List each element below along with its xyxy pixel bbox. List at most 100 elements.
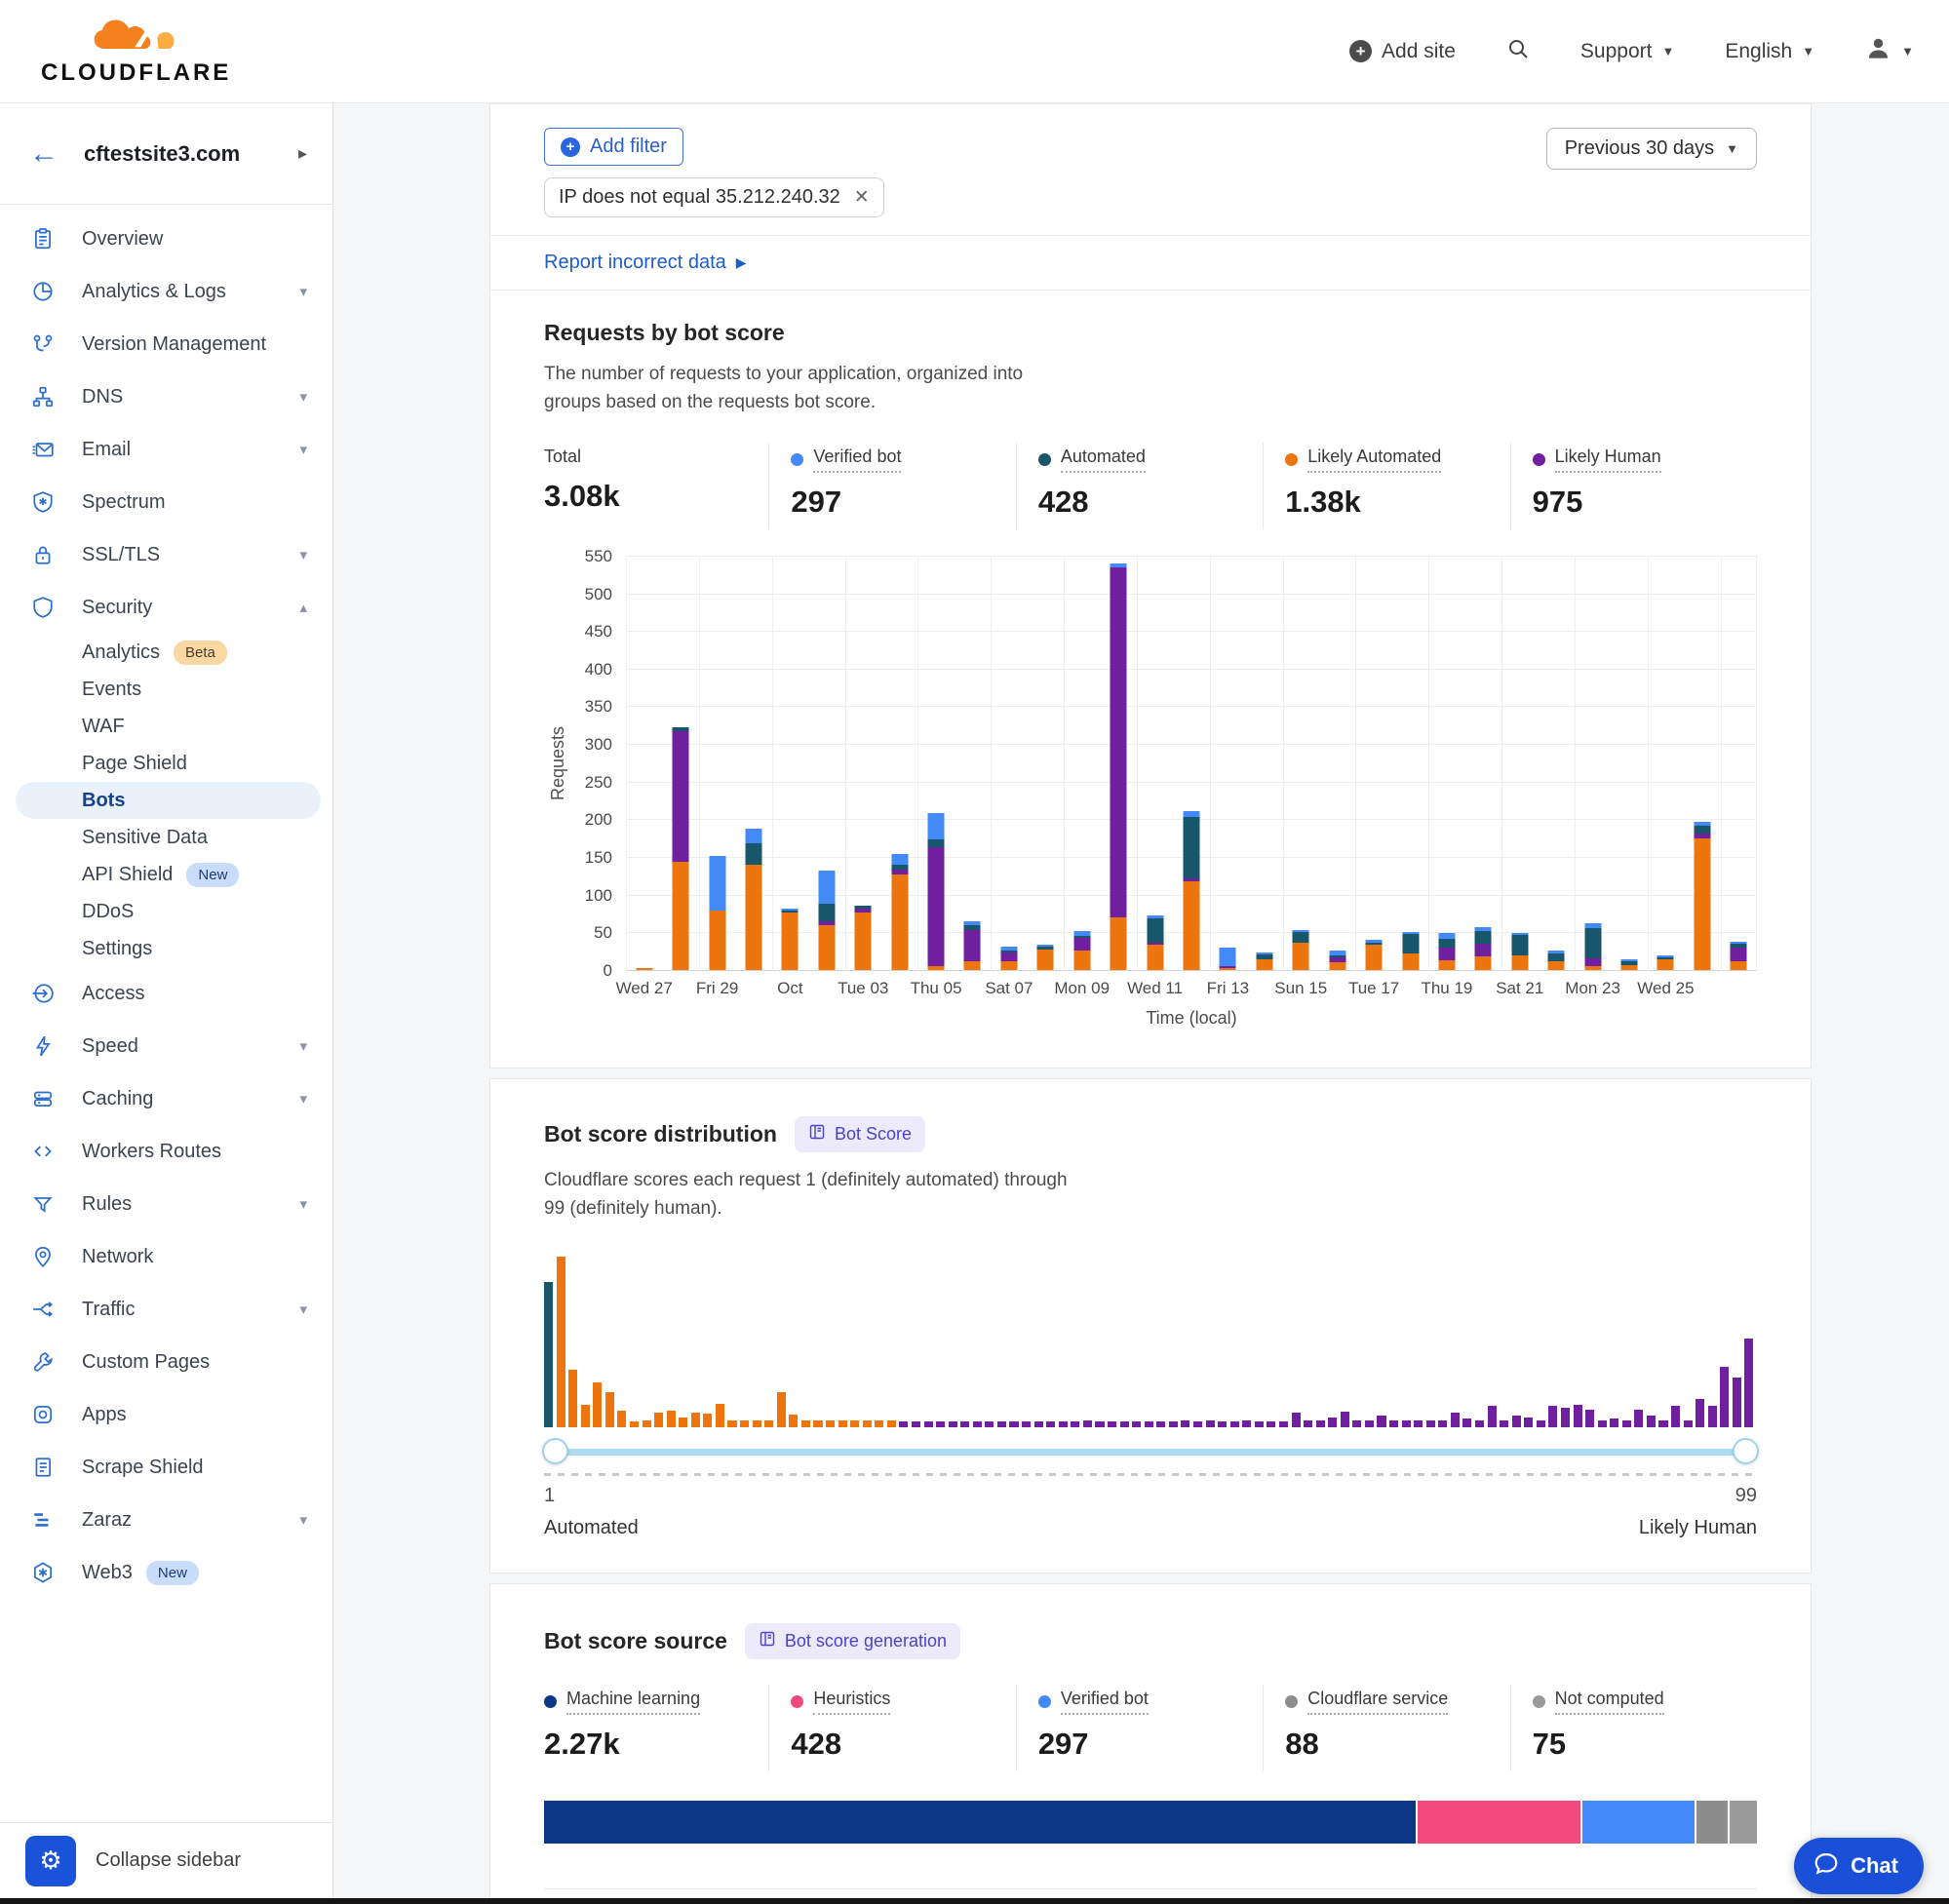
sidebar-item-ddos[interactable]: DDoS [0,893,332,930]
histogram-bar [924,1421,933,1427]
bar-segment-verified-bot [1220,948,1236,966]
y-tick-label: 500 [585,585,612,604]
bar-segment-likely-automated [782,913,799,970]
bot-score-generation-badge[interactable]: Bot score generation [745,1623,960,1659]
sidebar-item-sensitive-data[interactable]: Sensitive Data [0,819,332,856]
histogram-bar [1574,1405,1582,1427]
bar-segment-automated [1184,817,1200,878]
chevron-right-icon[interactable]: ▸ [298,143,307,164]
sidebar-item-ssl-tls[interactable]: SSL/TLS▾ [0,528,332,581]
sidebar-item-traffic[interactable]: Traffic▾ [0,1283,332,1336]
slider-handle-min[interactable] [542,1438,568,1464]
source-segment-heuristics [1416,1801,1580,1844]
source-stats-row: Machine learning2.27kHeuristics428Verifi… [544,1685,1757,1771]
bar-segment-likely-human [1073,938,1090,951]
screen-bottom-edge [0,1898,1949,1904]
y-tick-label: 200 [585,810,612,830]
support-menu[interactable]: Support ▼ [1580,40,1674,63]
sidebar-item-spectrum[interactable]: Spectrum [0,476,332,528]
bar-segment-likely-automated [1037,950,1054,970]
sidebar-item-analytics[interactable]: AnalyticsBeta [0,634,332,671]
account-menu[interactable]: ▼ [1865,35,1914,67]
stat-label[interactable]: Automated [1038,447,1146,473]
bar-segment-verified-bot [745,829,761,843]
section-title: Requests by bot score [544,320,1757,346]
histogram-bar [1132,1421,1141,1427]
stat-label[interactable]: Verified bot [791,447,901,473]
sidebar-item-web3[interactable]: Web3New [0,1546,332,1599]
collapse-sidebar-button[interactable]: Collapse sidebar [96,1849,241,1872]
language-menu[interactable]: English ▼ [1725,40,1814,63]
gridline [1355,557,1356,971]
x-tick-label: Tue 17 [1348,979,1399,998]
histogram-bar [777,1392,786,1427]
histogram-bar [630,1421,639,1427]
chat-button[interactable]: Chat [1794,1838,1924,1894]
bar-segment-automated [745,843,761,865]
sidebar-item-zaraz[interactable]: Zaraz▾ [0,1494,332,1546]
filter-chip[interactable]: IP does not equal 35.212.240.32 ✕ [544,177,884,217]
sidebar-item-bots[interactable]: Bots [16,782,321,819]
sidebar-item-apps[interactable]: Apps [0,1388,332,1441]
search-button[interactable] [1506,37,1530,66]
stat-label[interactable]: Cloudflare service [1285,1689,1448,1715]
x-tick-label: Sun 15 [1274,979,1327,998]
stat-label[interactable]: Verified bot [1038,1689,1149,1715]
histogram-bar [1658,1420,1667,1427]
sidebar-item-analytics-logs[interactable]: Analytics & Logs▾ [0,265,332,318]
time-range-dropdown[interactable]: Previous 30 days ▼ [1546,128,1757,170]
sidebar-item-waf[interactable]: WAF [0,708,332,745]
histogram-bar [1720,1367,1729,1427]
sidebar-item-page-shield[interactable]: Page Shield [0,745,332,782]
requests-chart: Requests 0501001502002503003504004505005… [544,557,1757,1029]
stat-label[interactable]: Not computed [1533,1689,1664,1715]
sidebar-item-settings[interactable]: Settings [0,930,332,967]
stat-verified-bot: Verified bot297 [1016,1685,1263,1771]
bar-segment-likely-automated [1694,838,1710,970]
stat-label[interactable]: Likely Automated [1285,447,1441,473]
sidebar-item-version-management[interactable]: Version Management [0,318,332,370]
bar-segment-likely-automated [1293,943,1309,970]
sidebar-item-dns[interactable]: DNS▾ [0,370,332,423]
site-header[interactable]: ← cftestsite3.com ▸ [0,103,332,205]
stat-label[interactable]: Machine learning [544,1689,700,1715]
stacked-bar [1147,915,1163,970]
settings-gear-button[interactable]: ⚙ [25,1836,76,1886]
histogram-bar [899,1421,908,1427]
sidebar-item-label: Custom Pages [82,1351,210,1374]
cloudflare-logo[interactable]: CLOUDFLARE [41,16,231,87]
sidebar-item-email[interactable]: Email▾ [0,423,332,476]
sidebar-item-api-shield[interactable]: API ShieldNew [0,856,332,893]
add-site-button[interactable]: + Add site [1349,40,1456,63]
sidebar-item-security[interactable]: Security▴ [0,581,332,634]
histogram-bar [1462,1418,1471,1427]
back-arrow-icon[interactable]: ← [29,139,58,169]
report-incorrect-data-link[interactable]: Report incorrect data ▶ [490,235,1811,290]
stacked-bar [709,856,725,970]
document-icon [29,1456,57,1479]
sidebar-item-scrape-shield[interactable]: Scrape Shield [0,1441,332,1494]
stat-label[interactable]: Likely Human [1533,447,1661,473]
bot-score-badge[interactable]: Bot Score [795,1116,925,1152]
sidebar-item-rules[interactable]: Rules▾ [0,1178,332,1230]
sidebar-item-events[interactable]: Events [0,671,332,708]
sidebar-item-caching[interactable]: Caching▾ [0,1072,332,1125]
y-tick-label: 350 [585,697,612,717]
sidebar-item-overview[interactable]: Overview [0,213,332,265]
close-icon[interactable]: ✕ [854,186,870,209]
add-filter-button[interactable]: + Add filter [544,128,683,166]
sidebar-item-label: Web3 [82,1562,133,1584]
language-label: English [1725,40,1792,63]
bar-segment-automated [1402,934,1419,953]
sidebar-item-network[interactable]: Network [0,1230,332,1283]
sidebar-item-custom-pages[interactable]: Custom Pages [0,1336,332,1388]
stat-label[interactable]: Heuristics [791,1689,890,1715]
sidebar-item-access[interactable]: Access [0,967,332,1020]
slider-handle-max[interactable] [1733,1438,1759,1464]
gridline [626,669,1757,670]
sidebar-item-label: Zaraz [82,1509,132,1532]
sidebar-item-speed[interactable]: Speed▾ [0,1020,332,1072]
sidebar-item-workers-routes[interactable]: Workers Routes [0,1125,332,1178]
slider-track[interactable] [546,1449,1755,1456]
legend-dot-icon [791,453,803,466]
